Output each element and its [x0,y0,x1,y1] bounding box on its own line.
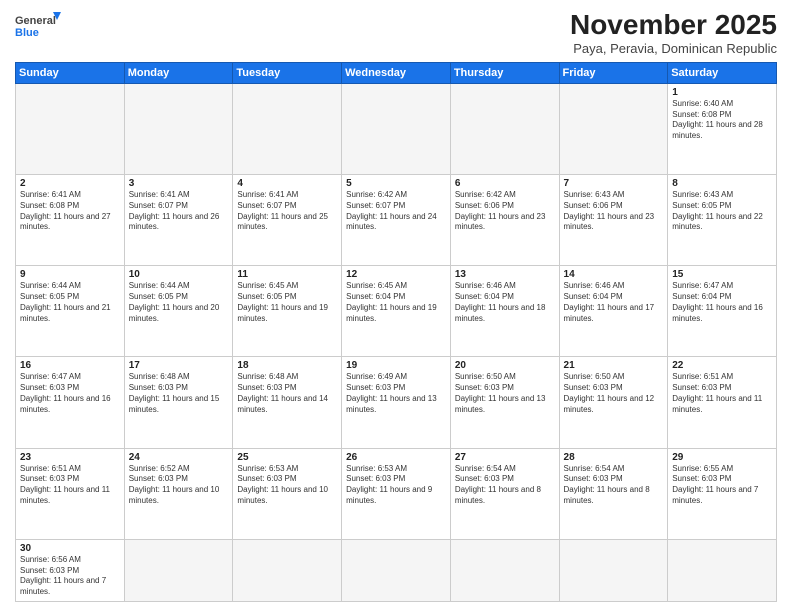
header-thursday: Thursday [450,62,559,83]
table-row: 9 Sunrise: 6:44 AMSunset: 6:05 PMDayligh… [16,266,777,357]
logo: General Blue [15,10,65,48]
table-row: 23 Sunrise: 6:51 AMSunset: 6:03 PMDaylig… [16,448,777,539]
day-20: 20 Sunrise: 6:50 AMSunset: 6:03 PMDaylig… [450,357,559,448]
calendar-table: Sunday Monday Tuesday Wednesday Thursday… [15,62,777,602]
header-wednesday: Wednesday [342,62,451,83]
svg-text:General: General [15,15,56,27]
day-15: 15 Sunrise: 6:47 AMSunset: 6:04 PMDaylig… [668,266,777,357]
table-row: 16 Sunrise: 6:47 AMSunset: 6:03 PMDaylig… [16,357,777,448]
header: General Blue November 2025 Paya, Peravia… [15,10,777,56]
svg-text:Blue: Blue [15,27,39,39]
table-row: 1 Sunrise: 6:40 AM Sunset: 6:08 PM Dayli… [16,83,777,174]
day-1: 1 Sunrise: 6:40 AM Sunset: 6:08 PM Dayli… [668,83,777,174]
day-29: 29 Sunrise: 6:55 AMSunset: 6:03 PMDaylig… [668,448,777,539]
day-9: 9 Sunrise: 6:44 AMSunset: 6:05 PMDayligh… [16,266,125,357]
table-row: 30 Sunrise: 6:56 AMSunset: 6:03 PMDaylig… [16,539,777,601]
empty-cell [450,83,559,174]
day-27: 27 Sunrise: 6:54 AMSunset: 6:03 PMDaylig… [450,448,559,539]
day-2: 2 Sunrise: 6:41 AMSunset: 6:08 PMDayligh… [16,175,125,266]
empty-cell [233,83,342,174]
logo-svg: General Blue [15,10,65,48]
day-18: 18 Sunrise: 6:48 AMSunset: 6:03 PMDaylig… [233,357,342,448]
day-25: 25 Sunrise: 6:53 AMSunset: 6:03 PMDaylig… [233,448,342,539]
day-11: 11 Sunrise: 6:45 AMSunset: 6:05 PMDaylig… [233,266,342,357]
empty-cell [124,83,233,174]
empty-cell [559,539,668,601]
header-saturday: Saturday [668,62,777,83]
header-sunday: Sunday [16,62,125,83]
day-26: 26 Sunrise: 6:53 AMSunset: 6:03 PMDaylig… [342,448,451,539]
empty-cell [233,539,342,601]
day-19: 19 Sunrise: 6:49 AMSunset: 6:03 PMDaylig… [342,357,451,448]
day-17: 17 Sunrise: 6:48 AMSunset: 6:03 PMDaylig… [124,357,233,448]
location-subtitle: Paya, Peravia, Dominican Republic [570,41,777,56]
day-16: 16 Sunrise: 6:47 AMSunset: 6:03 PMDaylig… [16,357,125,448]
day-28: 28 Sunrise: 6:54 AMSunset: 6:03 PMDaylig… [559,448,668,539]
day-22: 22 Sunrise: 6:51 AMSunset: 6:03 PMDaylig… [668,357,777,448]
empty-cell [16,83,125,174]
day-4: 4 Sunrise: 6:41 AMSunset: 6:07 PMDayligh… [233,175,342,266]
day-3: 3 Sunrise: 6:41 AMSunset: 6:07 PMDayligh… [124,175,233,266]
header-friday: Friday [559,62,668,83]
day-10: 10 Sunrise: 6:44 AMSunset: 6:05 PMDaylig… [124,266,233,357]
day-23: 23 Sunrise: 6:51 AMSunset: 6:03 PMDaylig… [16,448,125,539]
day-7: 7 Sunrise: 6:43 AMSunset: 6:06 PMDayligh… [559,175,668,266]
weekday-header-row: Sunday Monday Tuesday Wednesday Thursday… [16,62,777,83]
header-monday: Monday [124,62,233,83]
empty-cell [342,83,451,174]
day-6: 6 Sunrise: 6:42 AMSunset: 6:06 PMDayligh… [450,175,559,266]
day-14: 14 Sunrise: 6:46 AMSunset: 6:04 PMDaylig… [559,266,668,357]
empty-cell [124,539,233,601]
day-30: 30 Sunrise: 6:56 AMSunset: 6:03 PMDaylig… [16,539,125,601]
day-24: 24 Sunrise: 6:52 AMSunset: 6:03 PMDaylig… [124,448,233,539]
empty-cell [342,539,451,601]
empty-cell [450,539,559,601]
day-5: 5 Sunrise: 6:42 AMSunset: 6:07 PMDayligh… [342,175,451,266]
day-21: 21 Sunrise: 6:50 AMSunset: 6:03 PMDaylig… [559,357,668,448]
day-8: 8 Sunrise: 6:43 AMSunset: 6:05 PMDayligh… [668,175,777,266]
empty-cell [559,83,668,174]
title-block: November 2025 Paya, Peravia, Dominican R… [570,10,777,56]
table-row: 2 Sunrise: 6:41 AMSunset: 6:08 PMDayligh… [16,175,777,266]
day-12: 12 Sunrise: 6:45 AMSunset: 6:04 PMDaylig… [342,266,451,357]
empty-cell [668,539,777,601]
header-tuesday: Tuesday [233,62,342,83]
month-title: November 2025 [570,10,777,41]
day-13: 13 Sunrise: 6:46 AMSunset: 6:04 PMDaylig… [450,266,559,357]
page: General Blue November 2025 Paya, Peravia… [0,0,792,612]
